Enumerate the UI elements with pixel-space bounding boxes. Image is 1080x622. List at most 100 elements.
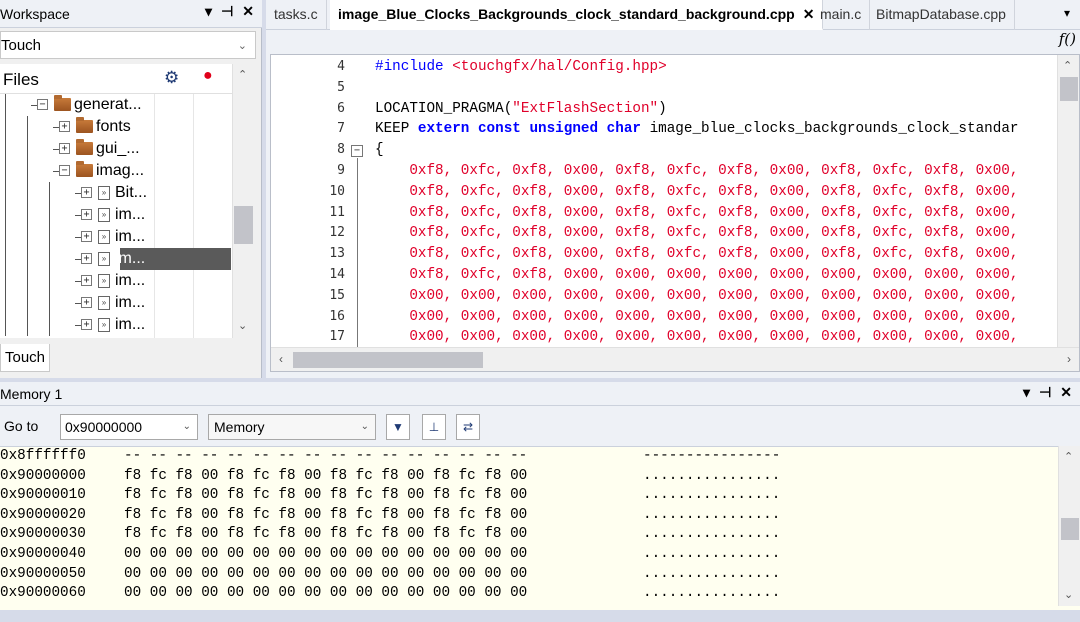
scroll-down-icon[interactable]: ⌄ (1064, 588, 1073, 601)
tree-item[interactable]: + gui_... (0, 138, 232, 160)
line-number: 6 (337, 100, 345, 116)
scrollbar-thumb[interactable] (1060, 77, 1078, 101)
address-input[interactable]: 0x90000000 ⌄ (60, 414, 198, 440)
tree-item[interactable]: − generat... (0, 94, 232, 116)
function-navigator-button[interactable]: f() (1059, 30, 1076, 48)
scroll-down-icon[interactable]: ⌄ (238, 319, 247, 332)
scroll-up-icon[interactable]: ⌃ (1064, 450, 1073, 463)
expand-icon[interactable]: + (81, 275, 92, 286)
tab-file[interactable]: tasks.c (266, 0, 327, 30)
memory-scrollbar[interactable]: ⌃ ⌄ (1058, 446, 1080, 606)
close-icon[interactable]: ✕ (242, 3, 254, 20)
tab-file[interactable]: BitmapDatabase.cpp (868, 0, 1015, 30)
code-line: 0xf8, 0xfc, 0xf8, 0x00, 0xf8, 0xfc, 0xf8… (375, 184, 1018, 200)
memory-toolbar: Go to 0x90000000 ⌄ Memory ⌄ ▼ ⊥ ⇄ (0, 406, 1080, 446)
memory-zone-select[interactable]: Memory ⌄ (208, 414, 376, 440)
memory-ascii: ................ (643, 526, 781, 543)
tree-guide-line (27, 270, 28, 292)
tree-guide-line (5, 204, 6, 226)
tree-guide-line (49, 292, 50, 314)
tree-item[interactable]: + » im... (0, 226, 232, 248)
tree-guide-line (5, 116, 6, 138)
tree-item-label: im... (115, 228, 146, 245)
workspace-scrollbar[interactable]: ⌃ ⌄ (232, 64, 254, 338)
chevron-down-icon: ⌄ (237, 40, 247, 52)
expand-icon[interactable]: + (81, 319, 92, 330)
tree-item-label: im... (115, 206, 146, 223)
scrollbar-thumb[interactable] (293, 352, 483, 368)
expand-icon[interactable]: + (81, 297, 92, 308)
code-line: 0xf8, 0xfc, 0xf8, 0x00, 0xf8, 0xfc, 0xf8… (375, 163, 1018, 179)
scrollbar-thumb[interactable] (1061, 518, 1079, 540)
editor-vertical-scrollbar[interactable]: ⌃ (1057, 55, 1079, 347)
expand-icon[interactable]: + (59, 121, 70, 132)
tree-item[interactable]: + » im... (0, 314, 232, 336)
dropdown-arrow-button[interactable]: ▼ (386, 414, 410, 440)
code-line: 0x00, 0x00, 0x00, 0x00, 0x00, 0x00, 0x00… (375, 329, 1018, 345)
expand-icon[interactable]: + (81, 187, 92, 198)
editor-tabbar: tasks.c image_Blue_Clocks_Backgrounds_clo… (266, 0, 1080, 30)
auto-refresh-icon[interactable]: ⇄ (456, 414, 480, 440)
pin-icon[interactable]: ⊣ (221, 3, 233, 20)
workspace-titlebar: Workspace ▾ ⊣ ✕ (0, 0, 262, 28)
tab-touch[interactable]: Touch (0, 344, 50, 372)
line-number: 7 (337, 121, 345, 137)
tree-item[interactable]: − imag... (0, 160, 232, 182)
workspace-title: Workspace (0, 6, 70, 22)
tab-list-icon[interactable]: ▾ (1064, 6, 1070, 20)
fold-toggle-icon[interactable]: − (351, 145, 363, 157)
tab-file[interactable]: main.c (812, 0, 871, 30)
editor-horizontal-scrollbar[interactable]: ‹ › (271, 347, 1079, 371)
tree-item-label: im... (115, 250, 146, 267)
close-icon[interactable]: ✕ (1060, 384, 1072, 401)
tree-item[interactable]: + » im... (0, 292, 232, 314)
code-token: ) (658, 100, 667, 117)
scroll-right-icon[interactable]: › (1067, 352, 1071, 366)
pin-icon[interactable]: ⊣ (1039, 384, 1051, 401)
tree-item[interactable]: + » Bit... (0, 182, 232, 204)
code-token: 0x00, 0x00, 0x00, 0x00, 0x00, 0x00, 0x00… (375, 287, 1019, 304)
collapse-icon[interactable]: − (37, 99, 48, 110)
scroll-left-icon[interactable]: ‹ (279, 352, 283, 366)
tree-guide-line (27, 248, 28, 270)
expand-icon[interactable]: + (81, 253, 92, 264)
memory-hex-view[interactable]: 0x8ffffff0 -- -- -- -- -- -- -- -- -- -- … (0, 446, 1080, 610)
line-number: 10 (329, 183, 345, 199)
panel-menu-icon[interactable]: ▾ (205, 3, 212, 20)
panel-menu-icon[interactable]: ▾ (1023, 384, 1030, 401)
tree-guide-line (49, 314, 50, 336)
scrollbar-thumb[interactable] (234, 206, 253, 244)
tree-item[interactable]: + » im... (0, 270, 232, 292)
code-text-area[interactable]: #include <touchgfx/hal/Config.hpp> LOCATI… (375, 55, 1055, 347)
record-dot-icon[interactable]: ● (203, 67, 213, 85)
line-number-gutter: − 4 5 6 7 8 9 10 11 12 13 14 15 16 17 (271, 55, 371, 348)
tree-guide-line (49, 226, 50, 248)
expand-icon[interactable]: + (59, 143, 70, 154)
tab-file[interactable]: image_Blue_Clocks_Backgrounds_clock_stan… (330, 0, 824, 30)
tree-item[interactable]: + » im... (0, 204, 232, 226)
tree-guide-line (5, 160, 6, 182)
expand-icon[interactable]: + (81, 231, 92, 242)
memory-address: 0x90000060 (0, 585, 86, 602)
folder-icon (76, 117, 93, 133)
scroll-up-icon[interactable]: ⌃ (238, 68, 247, 81)
chevron-down-icon[interactable]: ⌄ (183, 421, 191, 432)
code-token: extern const unsigned char (417, 121, 641, 138)
collapse-icon[interactable]: − (59, 165, 70, 176)
folder-icon (76, 139, 93, 155)
tree-item-label: im... (115, 316, 146, 333)
memory-ascii: ................ (643, 546, 781, 562)
code-token: 0xf8, 0xfc, 0xf8, 0x00, 0xf8, 0xfc, 0xf8… (375, 225, 1019, 242)
configuration-select[interactable]: Touch ⌄ (0, 31, 256, 59)
line-number: 8 (337, 142, 345, 158)
expand-icon[interactable]: + (81, 209, 92, 220)
tab-touch-label: Touch (5, 349, 46, 366)
step-into-icon[interactable]: ⊥ (422, 414, 446, 440)
line-number: 15 (329, 287, 345, 303)
tree-item[interactable]: + fonts (0, 116, 232, 138)
scroll-up-icon[interactable]: ⌃ (1063, 59, 1072, 72)
code-token: "ExtFlashSection" (512, 100, 659, 117)
tree-item[interactable]: + » im... (0, 248, 232, 270)
tree-guide-line (49, 270, 50, 292)
gear-icon[interactable]: ⚙ (164, 68, 179, 88)
